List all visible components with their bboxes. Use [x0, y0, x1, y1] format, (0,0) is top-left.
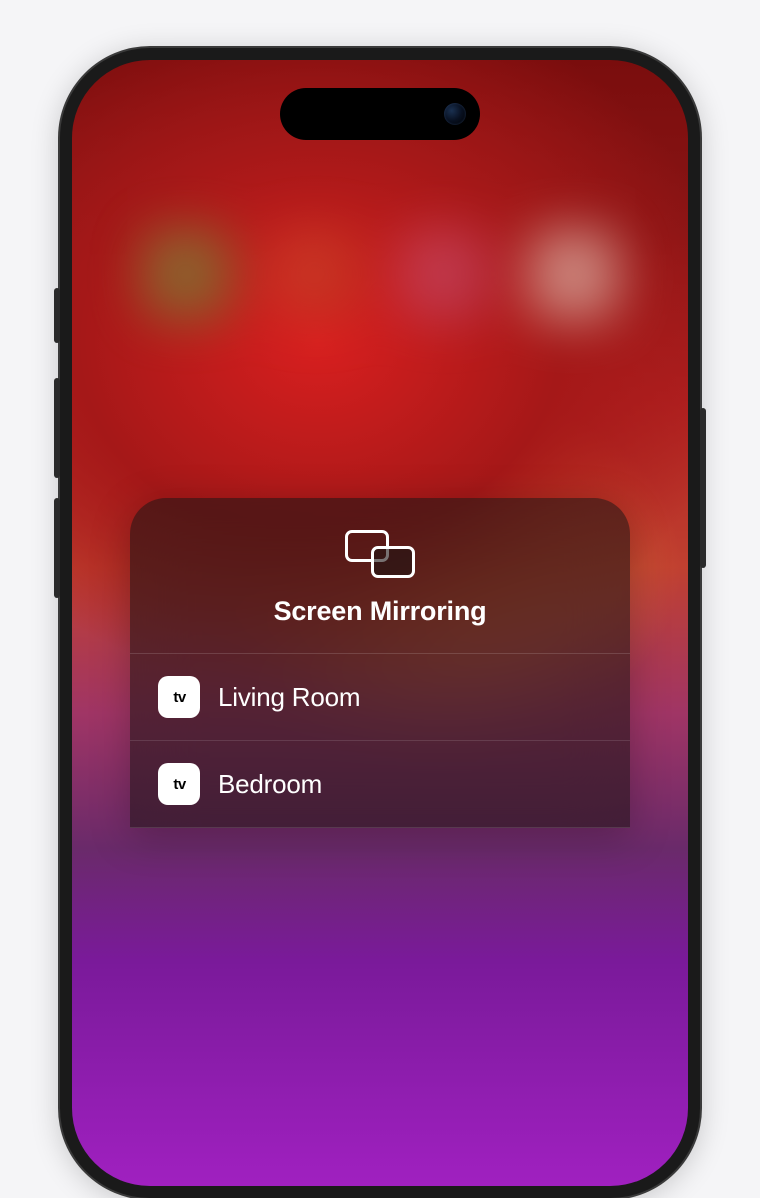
- dynamic-island: [280, 88, 480, 140]
- device-item-living-room[interactable]: tv Living Room: [130, 654, 630, 741]
- front-camera: [444, 103, 466, 125]
- phone-screen: Screen Mirroring tv Living Room tv Bedro…: [72, 60, 688, 1186]
- screen-mirroring-panel: Screen Mirroring tv Living Room tv Bedro…: [130, 498, 630, 828]
- device-label: Bedroom: [218, 769, 322, 800]
- device-label: Living Room: [218, 682, 360, 713]
- screen-mirroring-icon: [345, 530, 415, 578]
- volume-up-button: [54, 378, 60, 478]
- panel-title: Screen Mirroring: [274, 596, 487, 627]
- blurred-home-background: [122, 230, 638, 430]
- volume-down-button: [54, 498, 60, 598]
- mute-switch: [54, 288, 60, 343]
- panel-header: Screen Mirroring: [130, 498, 630, 653]
- side-button: [700, 408, 706, 568]
- device-list: tv Living Room tv Bedroom: [130, 653, 630, 828]
- iphone-device-frame: Screen Mirroring tv Living Room tv Bedro…: [60, 48, 700, 1198]
- apple-tv-icon: tv: [158, 763, 200, 805]
- apple-tv-icon: tv: [158, 676, 200, 718]
- device-item-bedroom[interactable]: tv Bedroom: [130, 741, 630, 828]
